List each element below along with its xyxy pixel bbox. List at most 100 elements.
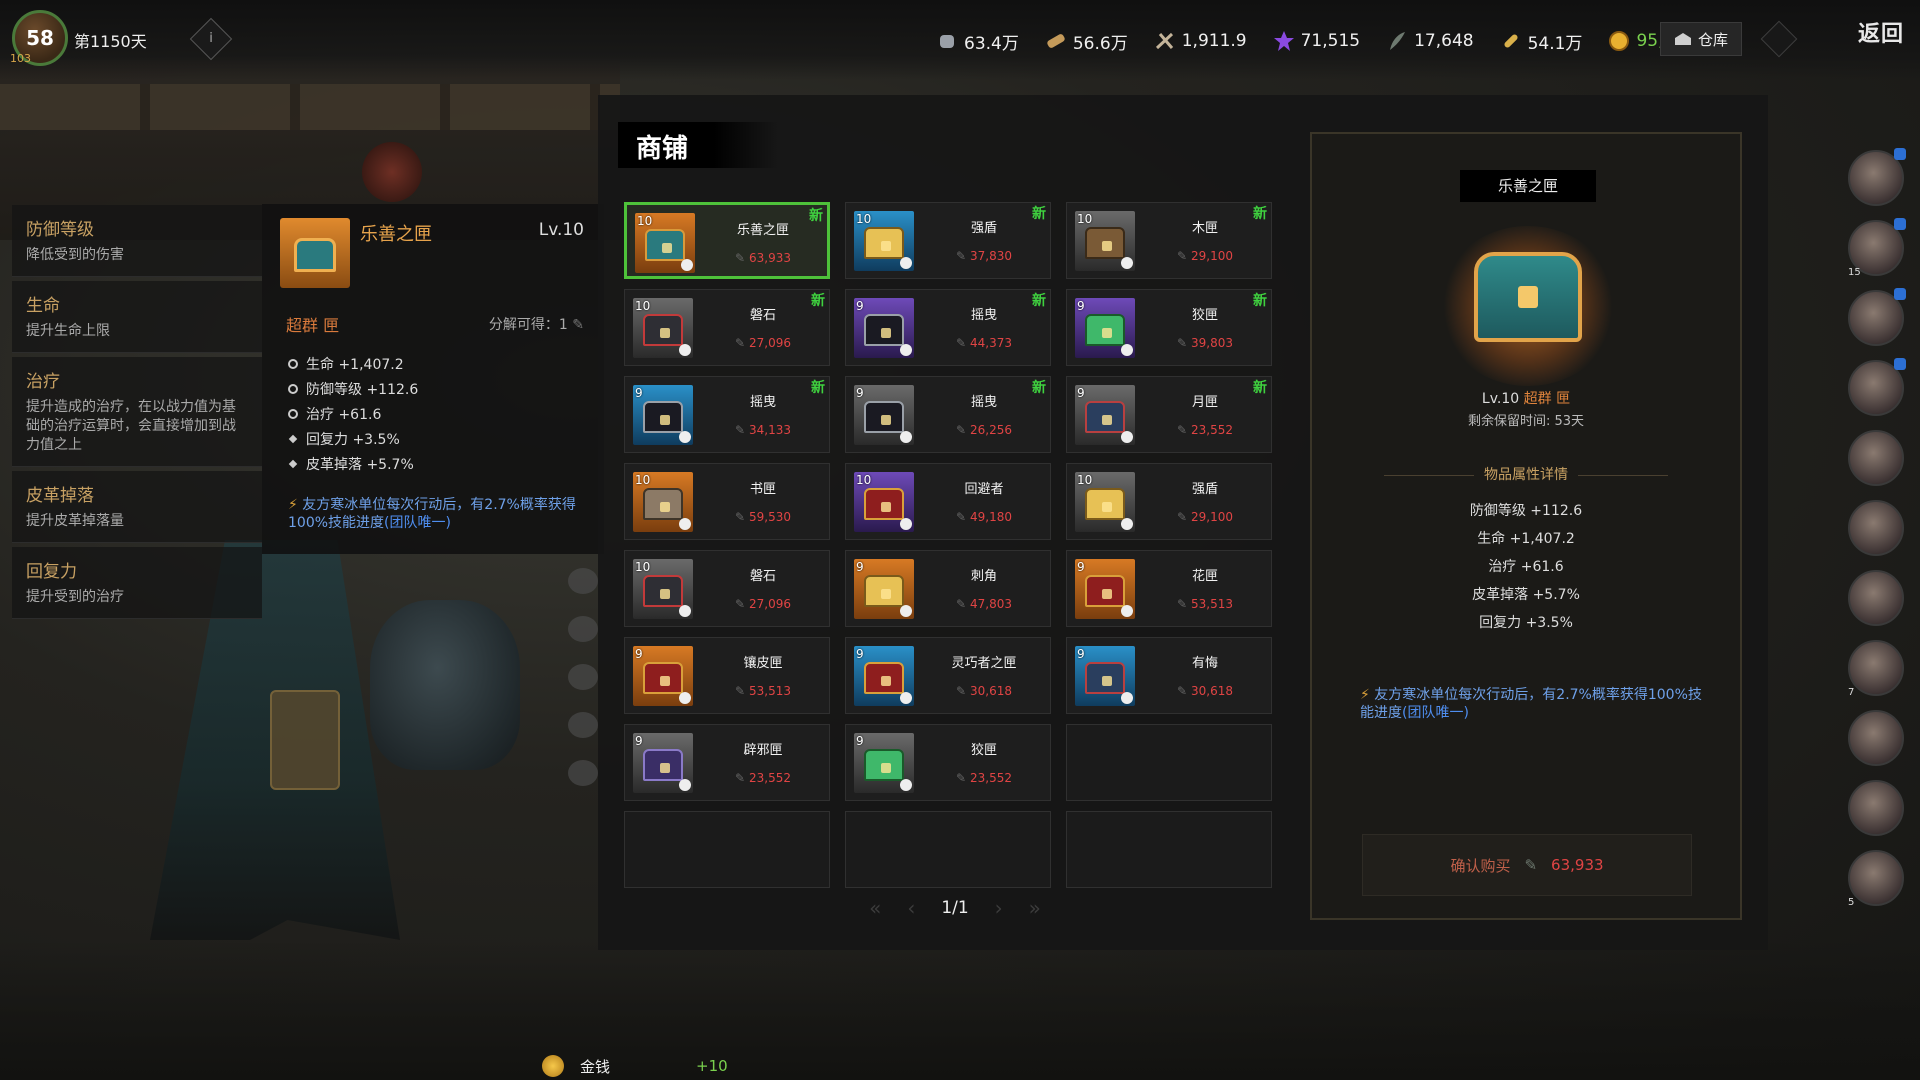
hero-portrait[interactable]: 15	[1848, 218, 1906, 278]
day-counter: 第1150天	[74, 32, 147, 51]
chest-icon	[643, 749, 683, 781]
item-level: 9	[1077, 299, 1085, 313]
resource-item[interactable]: 54.1万	[1500, 29, 1582, 54]
shop-item-slot[interactable]: 10 磐石 ✎ 27,096	[624, 550, 830, 627]
hero-portrait[interactable]	[1848, 148, 1906, 206]
resource-item[interactable]: 56.6万	[1045, 29, 1128, 54]
hero-portrait[interactable]	[1848, 780, 1904, 836]
item-icon-frame: 10	[1075, 472, 1135, 532]
item-icon-frame: 10	[633, 472, 693, 532]
hero-portrait[interactable]	[1848, 570, 1904, 626]
skill-link[interactable]: (团队唯一)	[1402, 705, 1469, 721]
back-button[interactable]: 返回	[1858, 16, 1904, 48]
shop-item-slot[interactable]: 9 摇曳 ✎ 26,256 新	[845, 376, 1051, 453]
shop-item-slot[interactable]: 10 书匣 ✎ 59,530	[624, 463, 830, 540]
item-name: 书匣	[749, 482, 776, 497]
feather-icon: ✎	[1176, 597, 1188, 611]
item-name: 镶皮匣	[743, 656, 783, 671]
shop-item-slot[interactable]: 10 强盾 ✎ 37,830 新	[845, 202, 1051, 279]
resource-item[interactable]: 1,911.9	[1154, 30, 1247, 52]
empty-shop-slot	[1066, 724, 1272, 801]
item-level: 10	[856, 212, 872, 226]
info-button[interactable]: i	[189, 17, 233, 61]
item-skill: ⚡ 友方寒冰单位每次行动后，有2.7%概率获得100%技能进度(团队唯一)	[288, 496, 588, 532]
item-price-value: 47,803	[970, 597, 1013, 611]
item-icon-frame: 9	[633, 385, 693, 445]
shop-item-slot[interactable]: 9 摇曳 ✎ 44,373 新	[845, 289, 1051, 366]
feather-icon: ✎	[955, 336, 967, 350]
item-level: 10	[635, 299, 651, 313]
square-icon[interactable]	[568, 712, 598, 738]
hero-portrait[interactable]	[1848, 500, 1904, 556]
feather-icon: ✎	[955, 510, 967, 524]
shop-item-slot[interactable]: 9 月匣 ✎ 23,552 新	[1066, 376, 1272, 453]
feather-icon: ✎	[1176, 423, 1188, 437]
item-name: 强盾	[970, 221, 997, 236]
shop-item-slot[interactable]: 10 磐石 ✎ 27,096 新	[624, 289, 830, 366]
hero-portrait[interactable]	[1848, 288, 1906, 346]
item-price: ✎ 30,618	[1147, 684, 1263, 698]
shop-item-slot[interactable]: 9 刺角 ✎ 47,803	[845, 550, 1051, 627]
item-price-value: 59,530	[749, 510, 792, 524]
shop-item-slot[interactable]: 9 花匣 ✎ 53,513	[1066, 550, 1272, 627]
item-price: ✎ 53,513	[705, 684, 821, 698]
hero-portrait[interactable]	[1848, 358, 1906, 416]
attribute-row: 回复力 +3.5%	[288, 429, 418, 449]
feather-icon: ✎	[734, 510, 746, 524]
shop-item-slot[interactable]: 9 狡匣 ✎ 23,552	[845, 724, 1051, 801]
skill-link[interactable]: (团队唯一)	[384, 515, 451, 531]
hero-portrait[interactable]	[1848, 710, 1904, 766]
resource-value: 1,911.9	[1181, 31, 1247, 51]
owner-icon	[900, 692, 912, 704]
circle-icon[interactable]	[568, 664, 598, 690]
shop-item-slot[interactable]: 9 镶皮匣 ✎ 53,513	[624, 637, 830, 714]
purchase-cost: 63,933	[1551, 856, 1604, 874]
shop-item-slot[interactable]: 9 摇曳 ✎ 34,133 新	[624, 376, 830, 453]
shop-item-slot[interactable]: 9 狡匣 ✎ 39,803 新	[1066, 289, 1272, 366]
shop-item-slot[interactable]: 10 强盾 ✎ 29,100	[1066, 463, 1272, 540]
warehouse-button[interactable]: 仓库	[1660, 22, 1742, 56]
stat-description-list: 防御等级 降低受到的伤害 生命 提升生命上限 治疗 提升造成的治疗，在以战力值为…	[12, 205, 262, 623]
item-level: 9	[1077, 386, 1085, 400]
item-price-value: 30,618	[970, 684, 1013, 698]
first-page-icon[interactable]: «	[869, 896, 881, 920]
feather-icon: ✎	[734, 771, 746, 785]
resource-item[interactable]: 71,515	[1273, 30, 1360, 52]
shop-item-slot[interactable]: 10 木匣 ✎ 29,100 新	[1066, 202, 1272, 279]
shop-item-slot[interactable]: 10 乐善之匣 ✎ 63,933 新	[624, 202, 830, 279]
shop-item-slot[interactable]: 9 灵巧者之匣 ✎ 30,618	[845, 637, 1051, 714]
owner-icon	[679, 779, 691, 791]
owner-icon	[900, 605, 912, 617]
chest-icon	[1085, 575, 1125, 607]
hero-portrait[interactable]	[1848, 430, 1904, 486]
feather-icon[interactable]	[568, 568, 598, 594]
section-title-text: 物品属性详情	[1484, 467, 1568, 483]
item-name: 花匣	[1191, 569, 1218, 584]
last-page-icon[interactable]: »	[1029, 896, 1041, 920]
preview-level: Lv.10 超群 匣	[1312, 388, 1740, 408]
attribute-row: 治疗 +61.6	[288, 404, 418, 424]
item-icon-frame: 9	[1075, 646, 1135, 706]
pause-button[interactable]	[1760, 20, 1798, 58]
resource-item[interactable]: 63.4万	[936, 29, 1019, 54]
resource-item[interactable]: 17,648	[1386, 30, 1474, 52]
stat-desc: 提升生命上限	[26, 323, 110, 339]
new-badge: 新	[1032, 380, 1046, 396]
next-page-icon[interactable]: ›	[995, 896, 1003, 920]
item-price: ✎ 63,933	[707, 251, 819, 265]
item-icon-frame: 9	[854, 298, 914, 358]
grid-icon[interactable]	[568, 760, 598, 786]
item-icon-frame: 9	[854, 733, 914, 793]
shop-item-slot[interactable]: 9 辟邪匣 ✎ 23,552	[624, 724, 830, 801]
bullet-circle-icon	[288, 409, 298, 419]
shop-item-slot[interactable]: 10 回避者 ✎ 49,180	[845, 463, 1051, 540]
hero-portrait[interactable]: 7	[1848, 640, 1904, 698]
hero-portrait[interactable]: 5	[1848, 850, 1904, 908]
item-level: 9	[1077, 647, 1085, 661]
shop-item-slot[interactable]: 9 有悔 ✎ 30,618	[1066, 637, 1272, 714]
item-level: 10	[635, 473, 651, 487]
leaf-icon[interactable]	[568, 616, 598, 642]
item-price: ✎ 49,180	[926, 510, 1042, 524]
confirm-purchase-button[interactable]: 确认购买 ✎ 63,933	[1362, 834, 1692, 896]
prev-page-icon[interactable]: ‹	[907, 896, 915, 920]
